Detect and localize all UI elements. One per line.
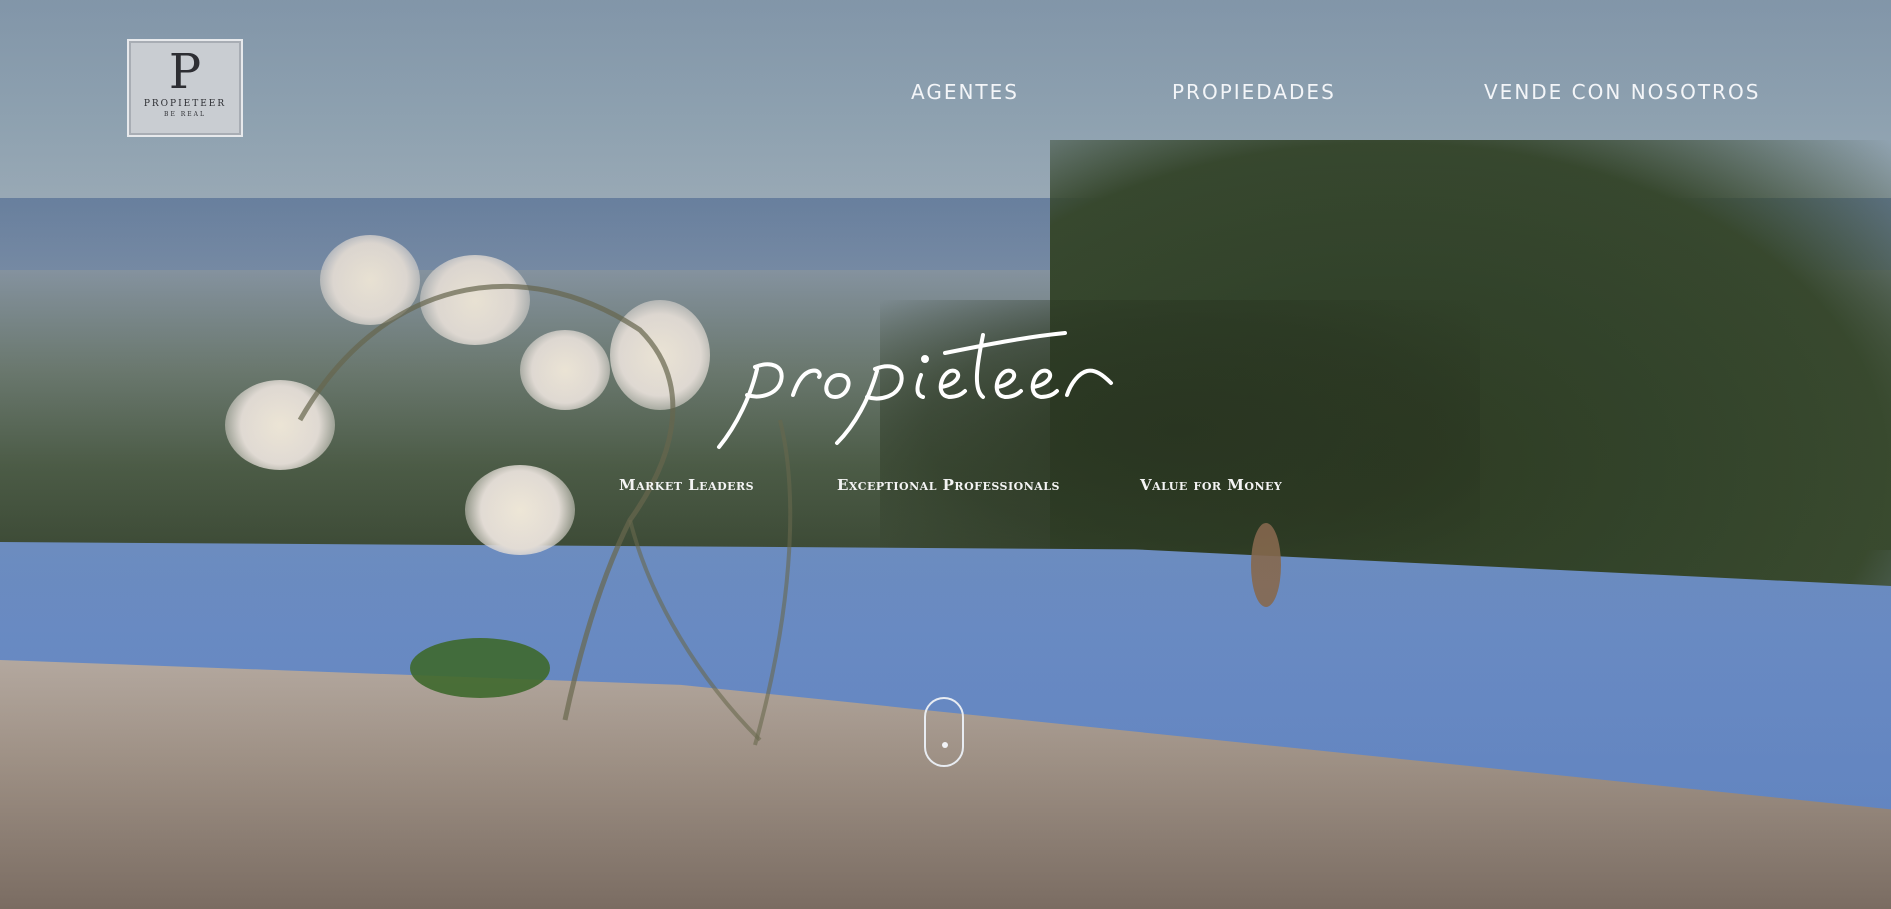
nav-link-agentes[interactable]: AGENTES [911,80,1019,104]
tagline-exceptional-professionals: Exceptional Professionals [837,476,1060,494]
mouse-scroll-icon[interactable] [924,697,964,767]
logo-letter: P [168,44,202,100]
logo-tagline: BE REAL [164,111,206,118]
tagline-value-for-money: Value for Money [1140,476,1283,494]
nav-link-propiedades[interactable]: PROPIEDADES [1172,80,1336,104]
hero-section: P PROPIETEER BE REAL AGENTES PROPIEDADES… [0,0,1891,909]
scroll-dot [942,742,948,748]
script-wordmark [717,331,1113,449]
logo-name: PROPIETEER [143,99,227,109]
brand-logo[interactable]: P PROPIETEER BE REAL [127,39,243,137]
nav-link-vende-con-nosotros[interactable]: VENDE CON NOSOTROS [1484,80,1760,104]
tagline-market-leaders: Market Leaders [619,476,755,494]
